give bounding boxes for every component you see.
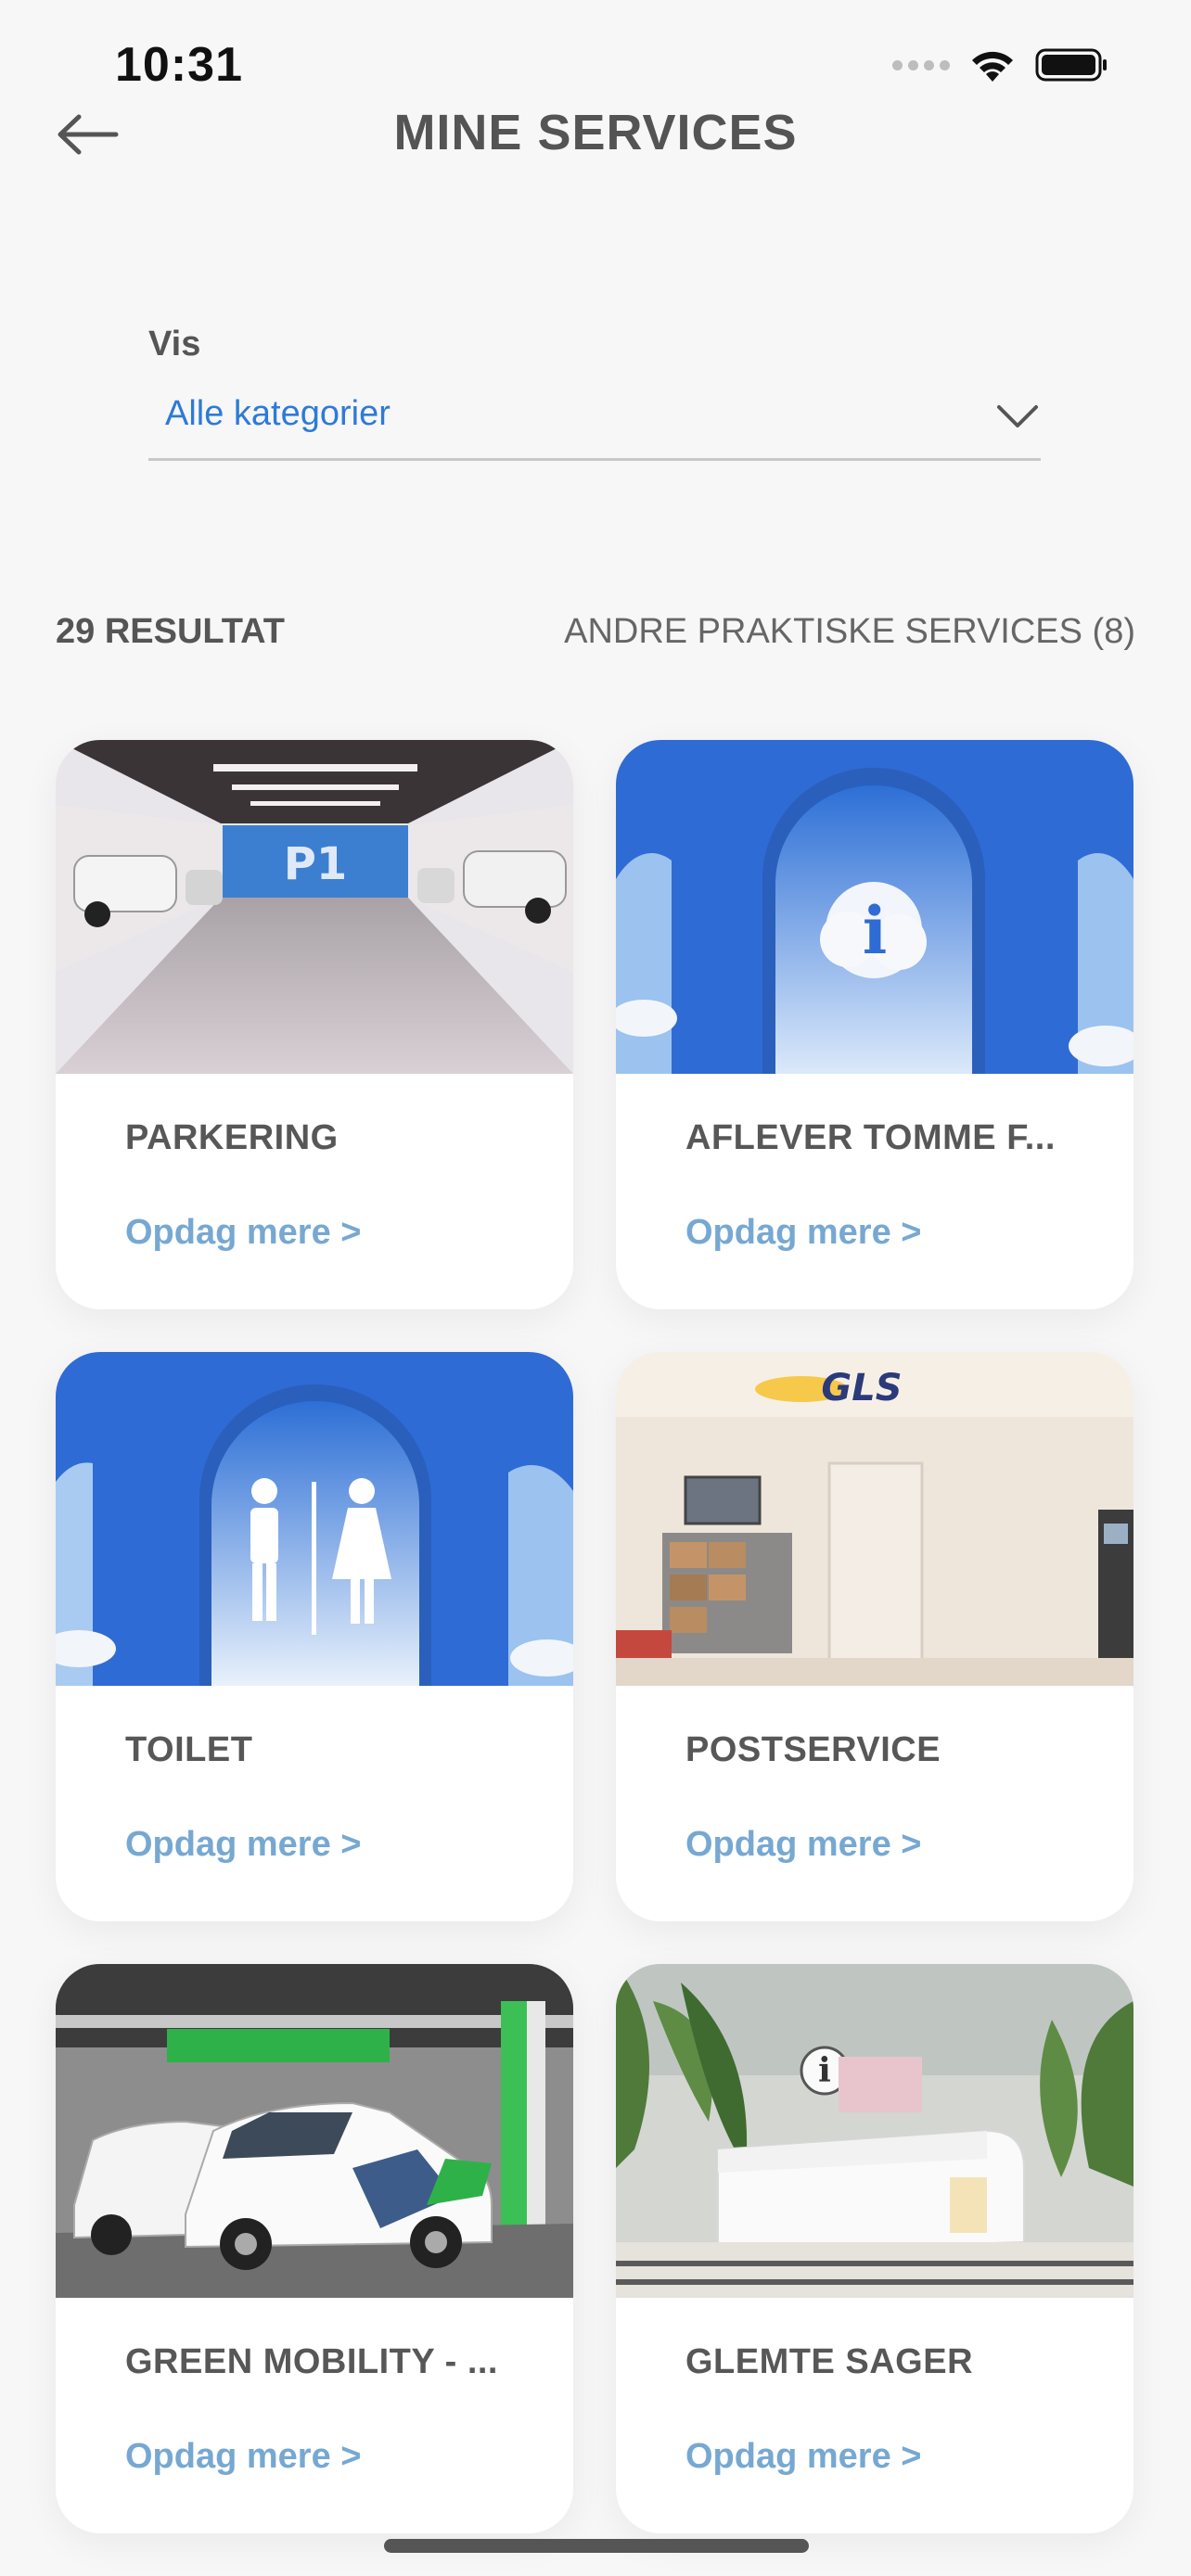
service-card-aflever[interactable]: i AFLEVER TOMME F... Opdag mere > xyxy=(616,740,1133,1309)
discover-more-link[interactable]: Opdag mere > xyxy=(685,1825,921,1865)
chevron-down-icon xyxy=(994,398,1041,435)
category-select[interactable]: Alle kategorier xyxy=(148,385,1041,461)
service-card-toilet[interactable]: TOILET Opdag mere > xyxy=(56,1352,573,1921)
discover-more-link[interactable]: Opdag mere > xyxy=(685,2437,921,2477)
battery-icon xyxy=(1035,48,1107,82)
status-time: 10:31 xyxy=(115,38,243,92)
page-title: MINE SERVICES xyxy=(393,105,798,160)
svg-text:i: i xyxy=(863,892,888,969)
discover-more-link[interactable]: Opdag mere > xyxy=(125,1825,361,1865)
category-select-value: Alle kategorier xyxy=(165,394,391,433)
discover-more-link[interactable]: Opdag mere > xyxy=(125,2437,361,2477)
service-card-title: PARKERING xyxy=(125,1118,339,1157)
info-desk-photo: i xyxy=(616,1964,1133,2298)
service-card-title: POSTSERVICE xyxy=(685,1730,941,1769)
service-card-green-mobility[interactable]: GREEN MOBILITY - ... Opdag mere > xyxy=(56,1964,573,2533)
category-filter: Vis Alle kategorier xyxy=(148,325,1041,461)
service-card-glemte-sager[interactable]: i GLEMTE SAGER Opdag mere > xyxy=(616,1964,1133,2533)
header: MINE SERVICES xyxy=(0,93,1191,176)
svg-text:GLS: GLS xyxy=(821,1367,902,1409)
service-card-title: TOILET xyxy=(125,1730,253,1769)
gls-postservice-photo: GLS xyxy=(616,1352,1133,1686)
service-card-title: AFLEVER TOMME F... xyxy=(685,1118,1056,1157)
toilet-arch-photo xyxy=(56,1352,573,1686)
parking-garage-photo: P1 xyxy=(56,740,573,1074)
home-indicator[interactable] xyxy=(384,2539,809,2553)
screen: 10:31 MINE SERVICES Vis Alle kategorier … xyxy=(0,0,1191,2576)
service-card-postservice[interactable]: GLS POSTSERVICE Opdag mere > xyxy=(616,1352,1133,1921)
green-mobility-cars-photo xyxy=(56,1964,573,2298)
service-card-parkering[interactable]: P1 PARKERING Opdag mere > xyxy=(56,740,573,1309)
filter-label: Vis xyxy=(148,325,201,363)
service-card-title: GREEN MOBILITY - ... xyxy=(125,2342,498,2381)
service-card-title: GLEMTE SAGER xyxy=(685,2342,974,2381)
results-count: 29 RESULTAT xyxy=(56,612,286,651)
wifi-icon xyxy=(972,51,1013,82)
status-icons xyxy=(892,45,1109,85)
services-grid: P1 PARKERING Opdag mere > i AFLEVER TOMM… xyxy=(56,740,1135,2533)
info-arch-photo: i xyxy=(616,740,1133,1074)
svg-text:i: i xyxy=(818,2051,831,2090)
cellular-signal-icon xyxy=(892,59,950,70)
discover-more-link[interactable]: Opdag mere > xyxy=(685,1213,921,1253)
svg-text:P1: P1 xyxy=(284,838,348,890)
discover-more-link[interactable]: Opdag mere > xyxy=(125,1213,361,1253)
other-services-link[interactable]: ANDRE PRAKTISKE SERVICES (8) xyxy=(564,612,1135,652)
